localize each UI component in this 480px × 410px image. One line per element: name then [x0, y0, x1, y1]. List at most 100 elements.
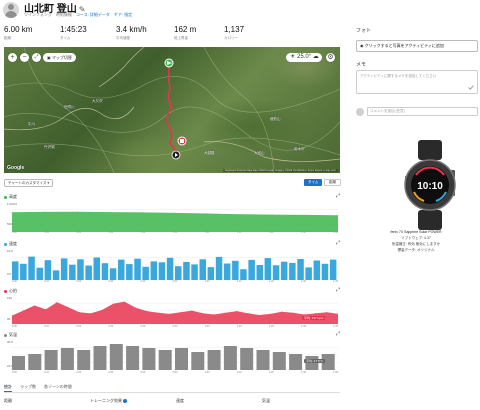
heart-rate-plot[interactable] [4, 296, 342, 324]
x-tick-label: 0:00 [12, 280, 17, 283]
comment-input[interactable]: コメントを追加 (任意) [367, 107, 478, 116]
distance-axis-button[interactable]: 距離 [324, 179, 341, 186]
right-sidebar: フォト ◉ クリックすると写真をアクティビティに追加 メモ アクティビティに関す… [352, 0, 480, 410]
sub-link[interactable]: コース: 詳細データ [76, 12, 110, 18]
expand-icon[interactable]: ⤢ [336, 193, 340, 199]
speed-bar [297, 259, 304, 280]
col-training-effect: トレーニング効果 [90, 398, 127, 404]
activity-header: 山北町 登山 ✎ ツインフォング 時刻情報 コース: 詳細データ ギア: 指定 [0, 0, 350, 22]
data-point [44, 211, 45, 213]
expand-icon[interactable]: ⤢ [336, 240, 340, 246]
add-photo-button[interactable]: ◉ クリックすると写真をアクティビティに追加 [356, 40, 478, 52]
data-point [90, 313, 91, 314]
data-point [22, 310, 24, 311]
x-tick-label: 0:20 [76, 325, 82, 328]
user-avatar[interactable] [3, 2, 19, 18]
speed-bar [60, 258, 68, 280]
x-tick-label: 0:00 [12, 325, 17, 328]
x-tick-label: 1:20 [268, 280, 274, 283]
expand-icon[interactable]: ⤢ [336, 287, 340, 293]
temperature-chart[interactable]: 気温 ⤢ 30.0 22.5 平均: 27.5°C 0:00 0:10 0:20 0:… [4, 331, 342, 375]
data-point [124, 301, 125, 302]
x-tick-label: 1:10 [236, 231, 242, 234]
x-tick-label: 0:50 [172, 231, 178, 234]
map-settings-icon[interactable]: ⚙ [326, 53, 335, 62]
data-point [281, 311, 283, 312]
google-logo: Google [7, 165, 25, 171]
x-tick-label: 1:20 [268, 371, 274, 374]
weather-badge[interactable]: ☀ 25.0° ☁ [286, 53, 322, 62]
data-point [225, 312, 226, 314]
x-tick-label: 1:10 [236, 280, 242, 283]
speed-bar [223, 346, 237, 370]
heart-rate-chart[interactable]: 心拍 ⤢ 190 90 平均: 137 bpm 0:00 0:10 0:20 0:30… [4, 287, 342, 329]
stat-time: 1:45:23 タイム [60, 25, 87, 40]
x-tick-label: 1:00 [204, 231, 210, 234]
speed-bar [289, 354, 303, 370]
data-point [101, 309, 103, 311]
svg-text:10:10: 10:10 [417, 181, 443, 192]
stat-calories: 1,137 カロリー [224, 25, 245, 40]
col-distance: 距離 [4, 398, 12, 403]
tab-stats[interactable]: 統計 [4, 383, 12, 392]
map-place-label: 中川 [28, 122, 35, 126]
x-tick-label: 1:00 [204, 280, 210, 283]
data-point [202, 313, 204, 314]
elevation-plot[interactable] [4, 202, 342, 232]
data-point [239, 213, 241, 215]
stat-avg-speed: 3.4 km/h 平均速度 [116, 25, 147, 40]
speed-bar [240, 269, 247, 280]
x-tick-label: 0:20 [76, 371, 82, 374]
device-sensor-setting[interactable]: 気温補正: 有効 無効にしますか [352, 242, 480, 247]
x-tick-label: 1:10 [236, 371, 242, 374]
fullscreen-icon[interactable]: ⤢ [32, 53, 41, 62]
x-tick-label: 0:20 [76, 280, 82, 283]
zoom-in-button[interactable]: + [8, 53, 17, 62]
x-tick-label: 0:40 [140, 325, 146, 328]
zoom-out-button[interactable]: − [20, 53, 29, 62]
info-icon[interactable] [123, 398, 127, 403]
time-axis-button[interactable]: タイム [304, 179, 323, 186]
data-point [236, 310, 238, 312]
stats-tabs: 統計 ラップ数 各ゾーンの時間 [4, 383, 340, 393]
speed-bar [12, 261, 19, 280]
data-point [326, 311, 328, 313]
speed-bar [126, 264, 133, 280]
x-axis: 0:00 0:10 0:20 0:30 0:40 0:50 1:00 1:10 1:20 1:30… [12, 371, 338, 374]
activity-subline: ツインフォング 時刻情報 コース: 詳細データ ギア: 指定 [24, 12, 132, 18]
route-map[interactable]: + − ⤢ ▣ マップ切替 ☀ 25.0° ☁ ⚙ 中川 世附川 丹沢湖 大又沢 菰釣山… [4, 47, 340, 173]
speed-bar [313, 260, 321, 280]
data-point [79, 311, 80, 313]
temperature-plot[interactable] [4, 340, 342, 370]
speed-bar [175, 266, 182, 280]
speed-plot[interactable] [4, 250, 342, 280]
sub-item: 時刻情報 [55, 12, 72, 17]
x-tick-label: 1:00 [204, 325, 210, 328]
x-tick-label: 0:50 [172, 371, 178, 374]
speed-chart[interactable]: 速度 ⤢ 10.0 0.0 0:00 0:10 0:20 0:30 0:40 0:50 1:… [4, 240, 342, 284]
x-tick-label: 1:45 [333, 280, 338, 283]
speed-bar [60, 348, 74, 370]
data-point [247, 313, 249, 314]
speed-bar [256, 350, 270, 370]
tab-zones[interactable]: 各ゾーンの時間 [44, 383, 72, 392]
map-place-label: 大室山 [254, 151, 265, 155]
speed-bar [28, 354, 42, 370]
chart-controls: チャートのカスタマイズ ▾ タイム 距離 [4, 178, 341, 188]
map-layer-button[interactable]: ▣ マップ切替 [43, 53, 76, 62]
expand-icon[interactable]: ⤢ [336, 331, 340, 337]
speed-bar [256, 265, 263, 280]
stat-columns: 距離 トレーニング効果 速度 気温 [4, 396, 340, 408]
data-point [112, 303, 114, 305]
tab-laps[interactable]: ラップ数 [20, 383, 36, 392]
x-tick-label: 1:10 [236, 325, 242, 328]
memo-textarea[interactable]: アクティビティに関するメモを追加してください [356, 70, 478, 94]
check-icon[interactable] [468, 85, 474, 90]
sub-link[interactable]: ギア: 指定 [114, 12, 132, 18]
customize-charts-dropdown[interactable]: チャートのカスタマイズ ▾ [4, 179, 54, 187]
map-attribution[interactable]: Keyboard shortcuts Map data ©2024 Google… [222, 169, 338, 172]
speed-bar [183, 262, 190, 280]
x-tick-label: 1:30 [300, 280, 306, 283]
data-point [169, 313, 170, 315]
elevation-chart[interactable]: 高度 ⤢ 1,000.0 500.0 0:00 0:10 0:20 0:30 0:40 0… [4, 193, 342, 235]
